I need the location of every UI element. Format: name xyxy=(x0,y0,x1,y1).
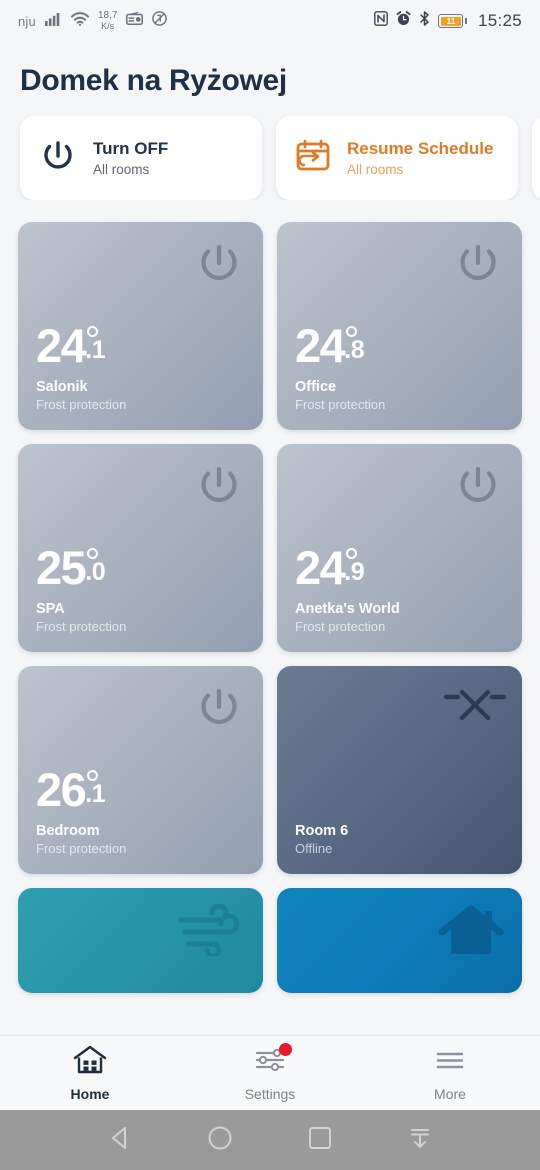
room-temperature: 24 .8 xyxy=(295,319,504,373)
room-card-offline[interactable]: Room 6 Offline xyxy=(277,666,522,874)
temperature-integer: 24 xyxy=(295,319,346,373)
room-name: Anetka's World xyxy=(295,600,400,617)
temperature-fraction-group: .0 xyxy=(85,546,106,587)
quick-actions-row[interactable]: Turn OFF All rooms Resume Schedule All r… xyxy=(0,116,540,200)
quick-action-subtitle: All rooms xyxy=(93,161,150,177)
card-house[interactable] xyxy=(277,888,522,993)
status-bar-right: 11 15:25 xyxy=(374,11,522,31)
home-icon xyxy=(73,1045,107,1080)
room-name: Room 6 xyxy=(295,822,349,839)
recents-square-icon[interactable] xyxy=(306,1124,334,1157)
battery-level-label: 11 xyxy=(440,16,461,26)
calendar-resume-icon xyxy=(294,137,332,180)
quick-action-title: Turn OFF xyxy=(93,138,169,158)
temperature-fraction: .9 xyxy=(344,558,365,587)
room-status: Frost protection xyxy=(295,619,386,635)
temperature-fraction: .0 xyxy=(85,558,106,587)
room-temperature: 25 .0 xyxy=(36,541,245,595)
signal-icon xyxy=(44,12,62,31)
power-icon[interactable] xyxy=(450,458,506,519)
quick-action-resume-schedule[interactable]: Resume Schedule All rooms xyxy=(276,116,518,200)
network-speed-value: 18,7 xyxy=(97,10,118,21)
temperature-fraction-group: .1 xyxy=(85,324,106,365)
nav-item-more[interactable]: More xyxy=(360,1045,540,1102)
status-bar-left: nju 18,7 K/s xyxy=(18,11,374,31)
room-status: Frost protection xyxy=(36,619,127,635)
temperature-fraction-group: .1 xyxy=(85,768,106,809)
temperature-integer: 24 xyxy=(295,541,346,595)
quick-action-text: Turn OFF All rooms xyxy=(93,139,168,177)
temperature-fraction-group: .9 xyxy=(344,546,365,587)
quick-action-turn-off[interactable]: Turn OFF All rooms xyxy=(20,116,262,200)
temperature-integer: 26 xyxy=(36,763,87,817)
room-name: SPA xyxy=(36,600,65,617)
room-card[interactable]: 24 .1 Salonik Frost protection xyxy=(18,222,263,430)
power-icon[interactable] xyxy=(191,458,247,519)
wifi-icon xyxy=(70,11,89,31)
nfc-icon xyxy=(374,11,389,31)
settings-notification-badge xyxy=(279,1042,292,1056)
room-name: Salonik xyxy=(36,378,88,395)
bluetooth-icon xyxy=(419,11,430,31)
collapse-down-icon[interactable] xyxy=(406,1124,434,1157)
radio-icon xyxy=(126,11,144,30)
card-wind[interactable] xyxy=(18,888,263,993)
network-speed-indicator: 18,7 K/s xyxy=(98,11,117,31)
house-icon xyxy=(438,904,504,965)
room-name: Bedroom xyxy=(36,822,100,839)
room-status: Frost protection xyxy=(36,397,127,413)
room-status: Frost protection xyxy=(295,397,386,413)
status-bar: nju 18,7 K/s 11 15:25 xyxy=(0,0,540,42)
nav-label-settings: Settings xyxy=(244,1085,296,1102)
hamburger-icon xyxy=(433,1045,467,1080)
back-icon[interactable] xyxy=(106,1124,134,1157)
android-system-nav xyxy=(0,1110,540,1170)
room-temperature: 26 .1 xyxy=(36,763,245,817)
no-sound-icon xyxy=(152,11,168,31)
quick-action-boost[interactable]: Boost All rooms xyxy=(532,116,540,200)
temperature-fraction: .1 xyxy=(85,336,106,365)
power-icon[interactable] xyxy=(191,680,247,741)
nav-item-home[interactable]: Home xyxy=(0,1045,180,1102)
offline-x-icon xyxy=(443,680,507,737)
temperature-integer: 25 xyxy=(36,541,87,595)
power-icon[interactable] xyxy=(450,236,506,297)
bottom-navigation: Home Settings More xyxy=(0,1035,540,1110)
temperature-fraction: .8 xyxy=(344,336,365,365)
room-temperature: 24 .9 xyxy=(295,541,504,595)
temperature-integer: 24 xyxy=(36,319,87,373)
room-card[interactable]: 24 .8 Office Frost protection xyxy=(277,222,522,430)
room-name: Office xyxy=(295,378,337,395)
home-circle-icon[interactable] xyxy=(206,1124,234,1157)
quick-action-subtitle: All rooms xyxy=(347,161,404,177)
room-status: Offline xyxy=(295,841,333,857)
power-icon[interactable] xyxy=(191,236,247,297)
rooms-grid: 24 .1 Salonik Frost protection 24 .8 Off… xyxy=(0,200,540,993)
quick-action-title: Resume Schedule xyxy=(347,138,494,158)
room-card[interactable]: 24 .9 Anetka's World Frost protection xyxy=(277,444,522,652)
page-title: Domek na Ryżowej xyxy=(20,64,287,97)
battery-icon: 11 xyxy=(438,14,467,28)
wind-icon xyxy=(178,903,245,961)
room-status: Frost protection xyxy=(36,841,127,857)
room-card[interactable]: 26 .1 Bedroom Frost protection xyxy=(18,666,263,874)
clock-label: 15:25 xyxy=(477,11,522,30)
alarm-icon xyxy=(396,11,411,31)
network-speed-unit: K/s xyxy=(101,21,115,31)
power-icon xyxy=(38,136,78,181)
nav-item-settings[interactable]: Settings xyxy=(180,1042,360,1102)
carrier-label: nju xyxy=(18,13,36,29)
quick-action-text: Resume Schedule All rooms xyxy=(347,139,493,177)
nav-label-more: More xyxy=(434,1085,466,1102)
temperature-fraction-group: .8 xyxy=(344,324,365,365)
room-card[interactable]: 25 .0 SPA Frost protection xyxy=(18,444,263,652)
nav-label-home: Home xyxy=(70,1085,110,1102)
room-temperature: 24 .1 xyxy=(36,319,245,373)
temperature-fraction: .1 xyxy=(85,780,106,809)
